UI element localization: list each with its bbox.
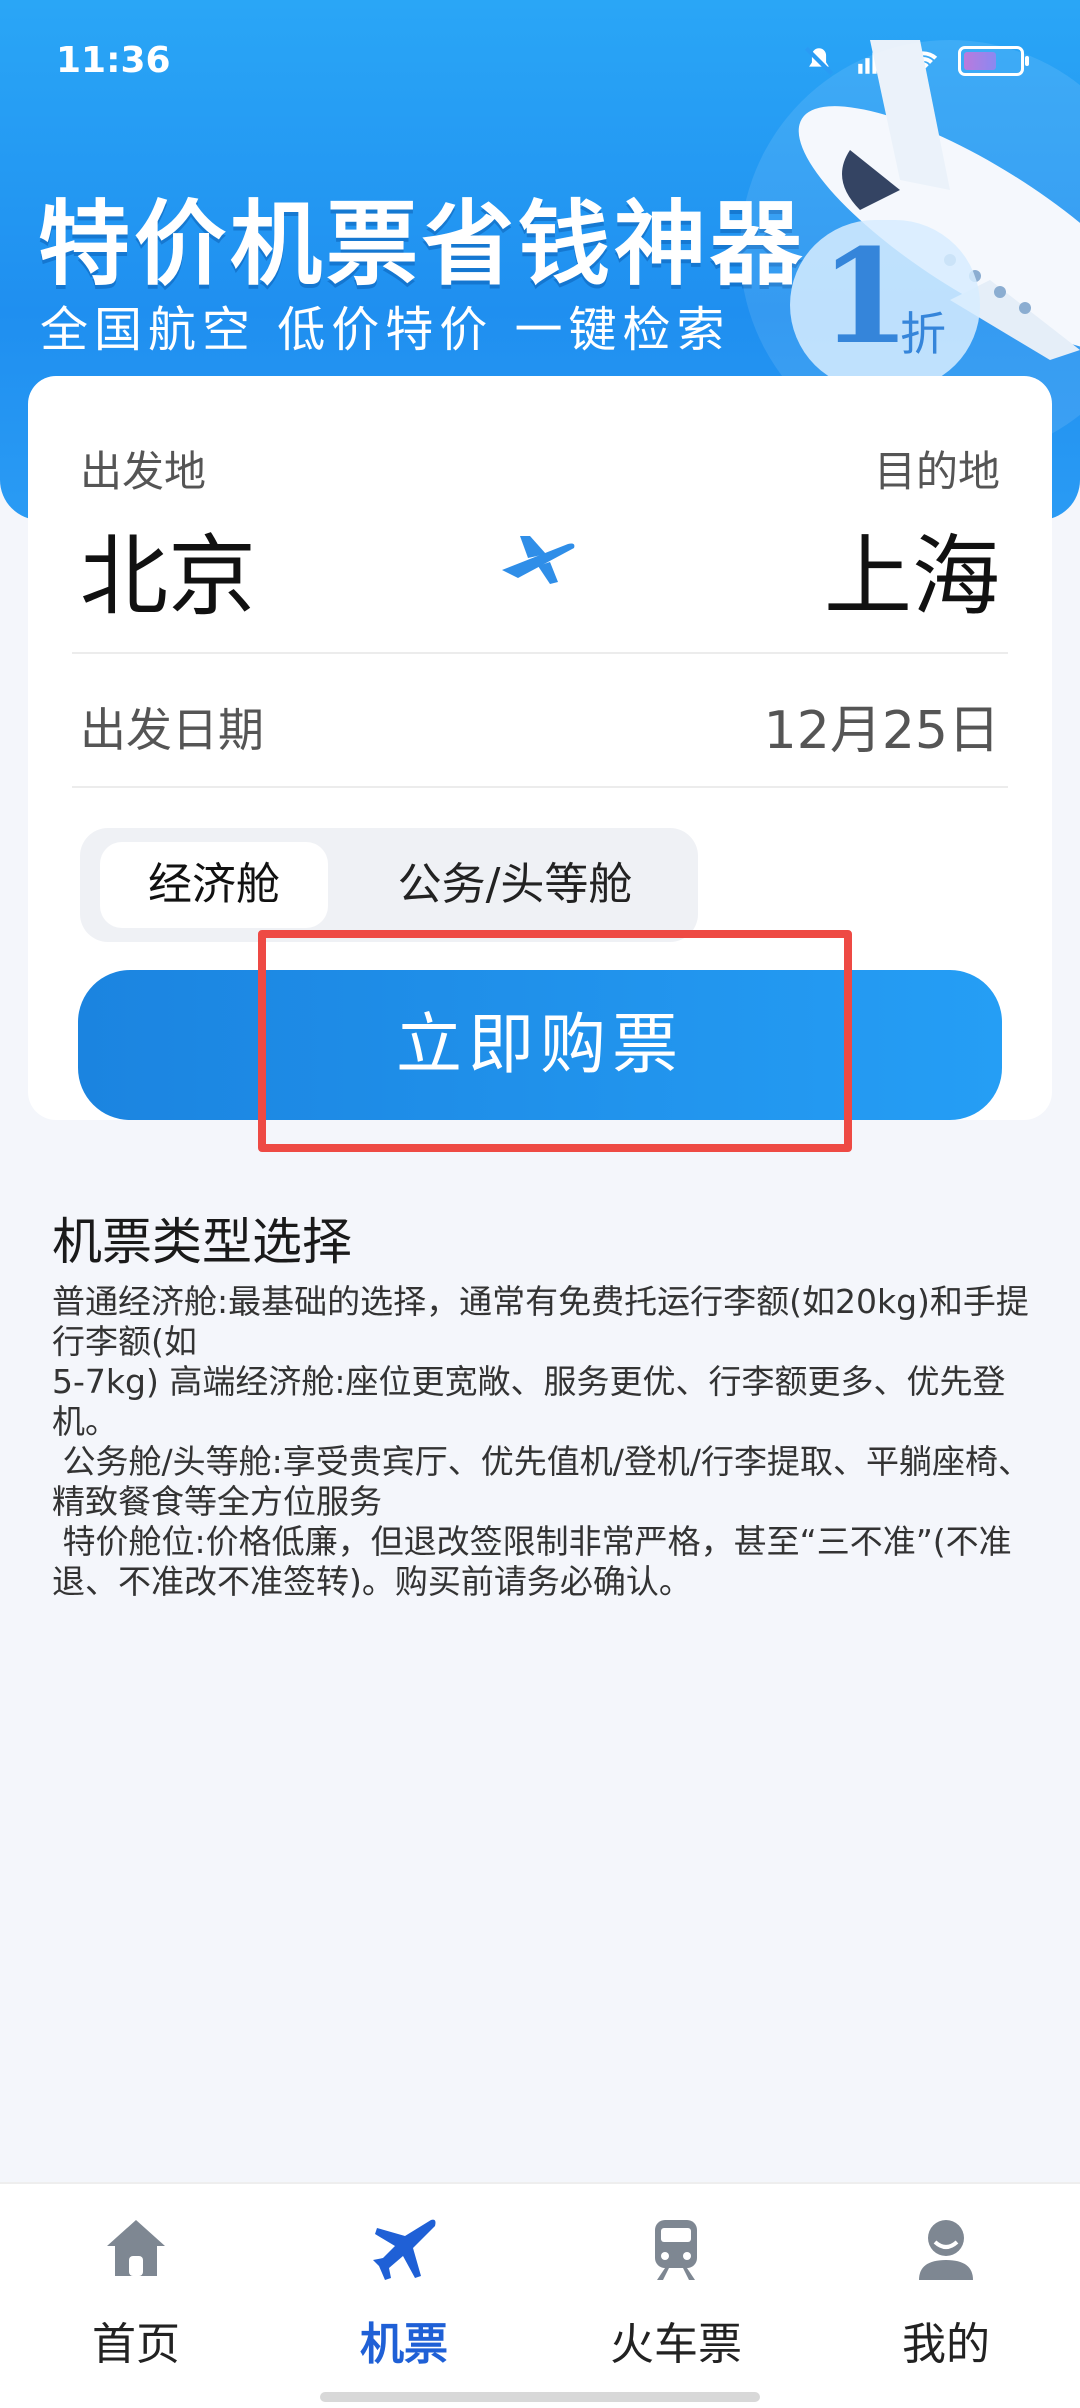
cabin-option-economy[interactable]: 经济舱 [100,842,328,928]
departure-date-label: 出发日期 [80,703,264,757]
nav-label-profile: 我的 [902,2319,990,2370]
buy-ticket-button[interactable]: 立即购票 [78,970,1002,1120]
airplane-icon [373,2219,436,2280]
banner-title: 特价机票省钱神器 [38,191,807,298]
departure-date-value[interactable]: 12月25日 [764,688,1000,763]
destination-label: 目的地 [873,447,1000,496]
home-indicator[interactable] [320,2392,760,2402]
banner-subtitle: 全国航空 低价特价 一键检索 [40,302,731,358]
ticket-type-description: 普通经济舱:最基础的选择，通常有免费托运行李额(如20kg)和手提行李额(如 5… [52,1282,1031,1601]
train-icon [655,2220,697,2280]
page: 11:36 特价机票省钱神器 全国航空 低价特价 一键检索 1 折 出发地 目的… [0,0,1080,2408]
cabin-option-business-first[interactable]: 公务/头等舱 [350,842,680,928]
battery-icon [958,46,1029,76]
status-bar: 11:36 [0,0,1080,120]
discount-badge: 1 折 [790,220,980,390]
wifi-icon [908,51,938,71]
bottom-navigation: 首页 机票 火车票 我的 [0,2182,1080,2408]
destination-city[interactable]: 上海 [824,506,1000,633]
nav-item-flights[interactable]: 机票 [304,2214,504,2374]
cabin-class-selector: 经济舱 公务/头等舱 [80,828,698,942]
divider [72,786,1008,788]
nav-item-train[interactable]: 火车票 [576,2214,776,2374]
ticket-type-title: 机票类型选择 [52,1213,352,1271]
nav-item-profile[interactable]: 我的 [846,2214,1046,2374]
nav-item-home[interactable]: 首页 [36,2214,236,2374]
origin-city[interactable]: 北京 [80,506,256,633]
home-icon [107,2220,165,2276]
nav-label-train: 火车票 [610,2319,742,2370]
origin-label: 出发地 [80,447,207,496]
flight-search-card: 出发地 目的地 北京 上海 出发日期 12月25日 经济舱 公务/头等舱 立即购… [28,376,1052,1120]
discount-number: 1 [820,220,911,373]
divider [72,652,1008,654]
nav-label-home: 首页 [92,2319,180,2370]
discount-unit: 折 [900,307,946,361]
user-icon [919,2220,973,2280]
airplane-illustration-icon [798,40,1080,360]
airplane-icon[interactable] [498,526,578,586]
status-time: 11:36 [56,40,171,81]
nav-label-flights: 机票 [360,2319,448,2370]
